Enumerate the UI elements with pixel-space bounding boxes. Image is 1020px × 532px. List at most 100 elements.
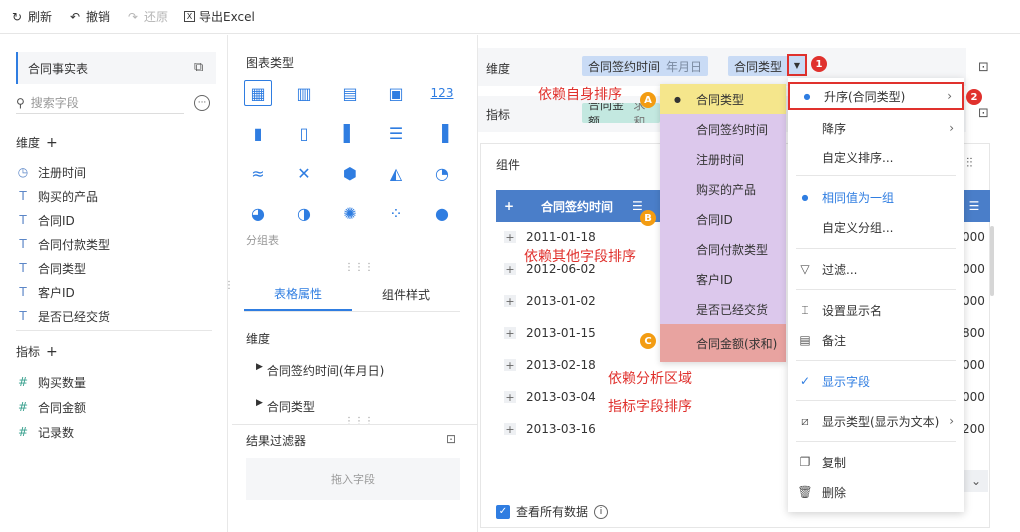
menu-divider [796, 360, 956, 361]
table-row[interactable]: +2013-01-02 [496, 285, 676, 317]
expand-icon[interactable]: + [504, 423, 516, 436]
pie-chart-icon[interactable]: ◕ [244, 200, 272, 226]
resize-handle[interactable]: ⋮⋮⋮ [344, 416, 374, 427]
table-selector[interactable]: 合同事实表 [16, 52, 216, 84]
menu-item-show-field[interactable]: ✓ 显示字段 [788, 367, 964, 395]
chart-type-hint: 分组表 [246, 234, 279, 247]
lock-icon[interactable]: ⊡ [978, 60, 989, 75]
filter-lock-icon[interactable]: ⊡ [446, 432, 456, 446]
add-measure-icon[interactable]: + [46, 344, 58, 360]
scatter-icon[interactable]: ⁘ [382, 200, 410, 226]
gauge-icon[interactable]: ◔ [428, 160, 456, 186]
expand-icon[interactable]: + [504, 231, 516, 244]
menu-item-same-value-group[interactable]: ● 相同值为一组 [788, 183, 964, 211]
bubble-icon[interactable]: ● [428, 200, 456, 226]
header-cell-date[interactable]: 合同签约时间 [522, 198, 632, 215]
pill-dropdown-button[interactable]: ▼ [787, 54, 807, 76]
tab-component-style[interactable]: 组件样式 [352, 278, 460, 311]
sort-field-option[interactable]: 购买的产品 [660, 174, 786, 204]
undo-button[interactable]: ↶ 撤销 [68, 8, 110, 25]
lock-icon[interactable]: ⊡ [978, 106, 989, 121]
field-item[interactable]: ◷ 注册时间 [16, 162, 86, 182]
refresh-icon: ↻ [11, 9, 23, 24]
dim-config-item[interactable]: ▶ 合同签约时间(年月日) [256, 362, 384, 379]
field-item[interactable]: T 合同类型 [16, 258, 86, 278]
half-pie-icon[interactable]: ◑ [290, 200, 318, 226]
field-item[interactable]: T 合同付款类型 [16, 234, 110, 254]
number-card-icon[interactable]: 123 [428, 80, 456, 106]
view-all-data-checkbox[interactable]: ✓ 查看所有数据 i [496, 503, 609, 520]
sort-field-option[interactable]: 合同ID [660, 204, 786, 234]
rose-chart-icon[interactable]: ✺ [336, 200, 364, 226]
sort-field-option[interactable]: 合同付款类型 [660, 234, 786, 264]
sort-field-option[interactable]: ● 合同类型 [660, 84, 786, 114]
sort-field-option[interactable]: 合同签约时间 [660, 114, 786, 144]
expand-icon[interactable]: + [504, 359, 516, 372]
bar-chart-icon[interactable]: ▮ [244, 120, 272, 146]
menu-item-delete[interactable]: 🗑 删除 [788, 478, 964, 506]
menu-item-note[interactable]: ▤ 备注 [788, 326, 964, 354]
switch-table-icon[interactable]: ⧉ [194, 60, 203, 75]
menu-item-set-display-name[interactable]: ⌶ 设置显示名 [788, 296, 964, 324]
kpi-grid-icon[interactable]: ▣ [382, 80, 410, 106]
value-cell: 000 [962, 358, 985, 372]
expand-icon[interactable]: + [504, 263, 516, 276]
field-item[interactable]: T 客户ID [16, 282, 74, 302]
resize-handle[interactable]: ⋮⋮⋮ [344, 262, 374, 273]
expand-icon[interactable]: + [504, 295, 516, 308]
stacked-column-icon[interactable]: ▌ [336, 120, 364, 146]
sort-field-option[interactable]: 客户ID [660, 264, 786, 294]
panel-resize-handle[interactable]: ⋮ [224, 280, 234, 291]
menu-item-copy[interactable]: ❐ 复制 [788, 448, 964, 476]
cross-line-icon[interactable]: ✕ [290, 160, 318, 186]
expand-all-icon[interactable]: + [496, 199, 522, 213]
display-type-icon: ⧄ [801, 413, 809, 428]
trash-icon: 🗑 [797, 485, 813, 499]
column-chart-icon[interactable]: ▯ [290, 120, 318, 146]
menu-item-display-type[interactable]: ⧄ 显示类型(显示为文本) › [788, 407, 964, 435]
redo-button[interactable]: ↷ 还原 [126, 8, 168, 25]
vertical-scrollbar[interactable] [990, 226, 994, 296]
field-item[interactable]: # 购买数量 [16, 372, 86, 392]
menu-item-ascending[interactable]: ● 升序(合同类型) › [788, 82, 964, 110]
annotation-analysis-area: 依赖分析区域 [608, 371, 692, 387]
chart-settings-icon[interactable]: ⫶⫶ [966, 156, 973, 171]
sort-field-option[interactable]: 注册时间 [660, 144, 786, 174]
area-chart-icon[interactable]: ◭ [382, 160, 410, 186]
radar-icon[interactable]: ⬢ [336, 160, 364, 186]
menu-item-filter[interactable]: ▽ 过滤... [788, 255, 964, 283]
group-table-icon[interactable]: ▦ [244, 80, 272, 106]
field-item[interactable]: T 合同ID [16, 210, 74, 230]
add-dimension-icon[interactable]: + [46, 135, 58, 151]
sort-field-option[interactable]: 是否已经交货 [660, 294, 786, 324]
sort-field-option[interactable]: 合同金额(求和) [660, 324, 786, 362]
tab-table-properties[interactable]: 表格属性 [244, 278, 352, 311]
refresh-button[interactable]: ↻ 刷新 [10, 8, 52, 25]
menu-item-descending[interactable]: 降序 › [788, 114, 964, 142]
dim-config-item[interactable]: ▶ 合同类型 [256, 398, 315, 415]
search-input[interactable]: ⚲ 搜索字段 [16, 92, 184, 114]
field-item[interactable]: # 合同金额 [16, 397, 86, 417]
detail-table-icon[interactable]: ▤ [336, 80, 364, 106]
cross-table-icon[interactable]: ▥ [290, 80, 318, 106]
info-icon[interactable]: i [594, 504, 609, 519]
field-item[interactable]: T 是否已经交货 [16, 306, 110, 326]
expand-icon[interactable]: + [504, 327, 516, 340]
dimension-pill-type[interactable]: 合同类型 [728, 56, 789, 76]
expand-icon[interactable]: + [504, 391, 516, 404]
dimension-pill-time[interactable]: 合同签约时间 年月日 [582, 56, 709, 76]
step-badge-2: 2 [966, 89, 982, 105]
filter-drop-zone[interactable]: 拖入字段 [246, 458, 460, 500]
line-chart-icon[interactable]: ≈ [244, 160, 272, 186]
field-item[interactable]: # 记录数 [16, 422, 74, 442]
horizontal-bar-icon[interactable]: ☰ [382, 120, 410, 146]
menu-item-custom-group[interactable]: 自定义分组... [788, 213, 964, 241]
chevron-down-icon[interactable]: ⌄ [964, 470, 988, 492]
waterfall-icon[interactable]: ▐ [428, 120, 456, 146]
chart-type-grid: ▦ ▥ ▤ ▣ 123 ▮ ▯ ▌ ☰ ▐ ≈ ✕ ⬢ ◭ ◔ ◕ ◑ ✺ ⁘ … [244, 80, 456, 226]
menu-item-custom-sort[interactable]: 自定义排序... [788, 143, 964, 171]
table-row[interactable]: +2013-03-16 [496, 413, 676, 445]
more-icon[interactable]: ··· [194, 95, 210, 111]
export-excel-button[interactable]: X 导出Excel [184, 8, 255, 25]
field-item[interactable]: T 购买的产品 [16, 186, 98, 206]
